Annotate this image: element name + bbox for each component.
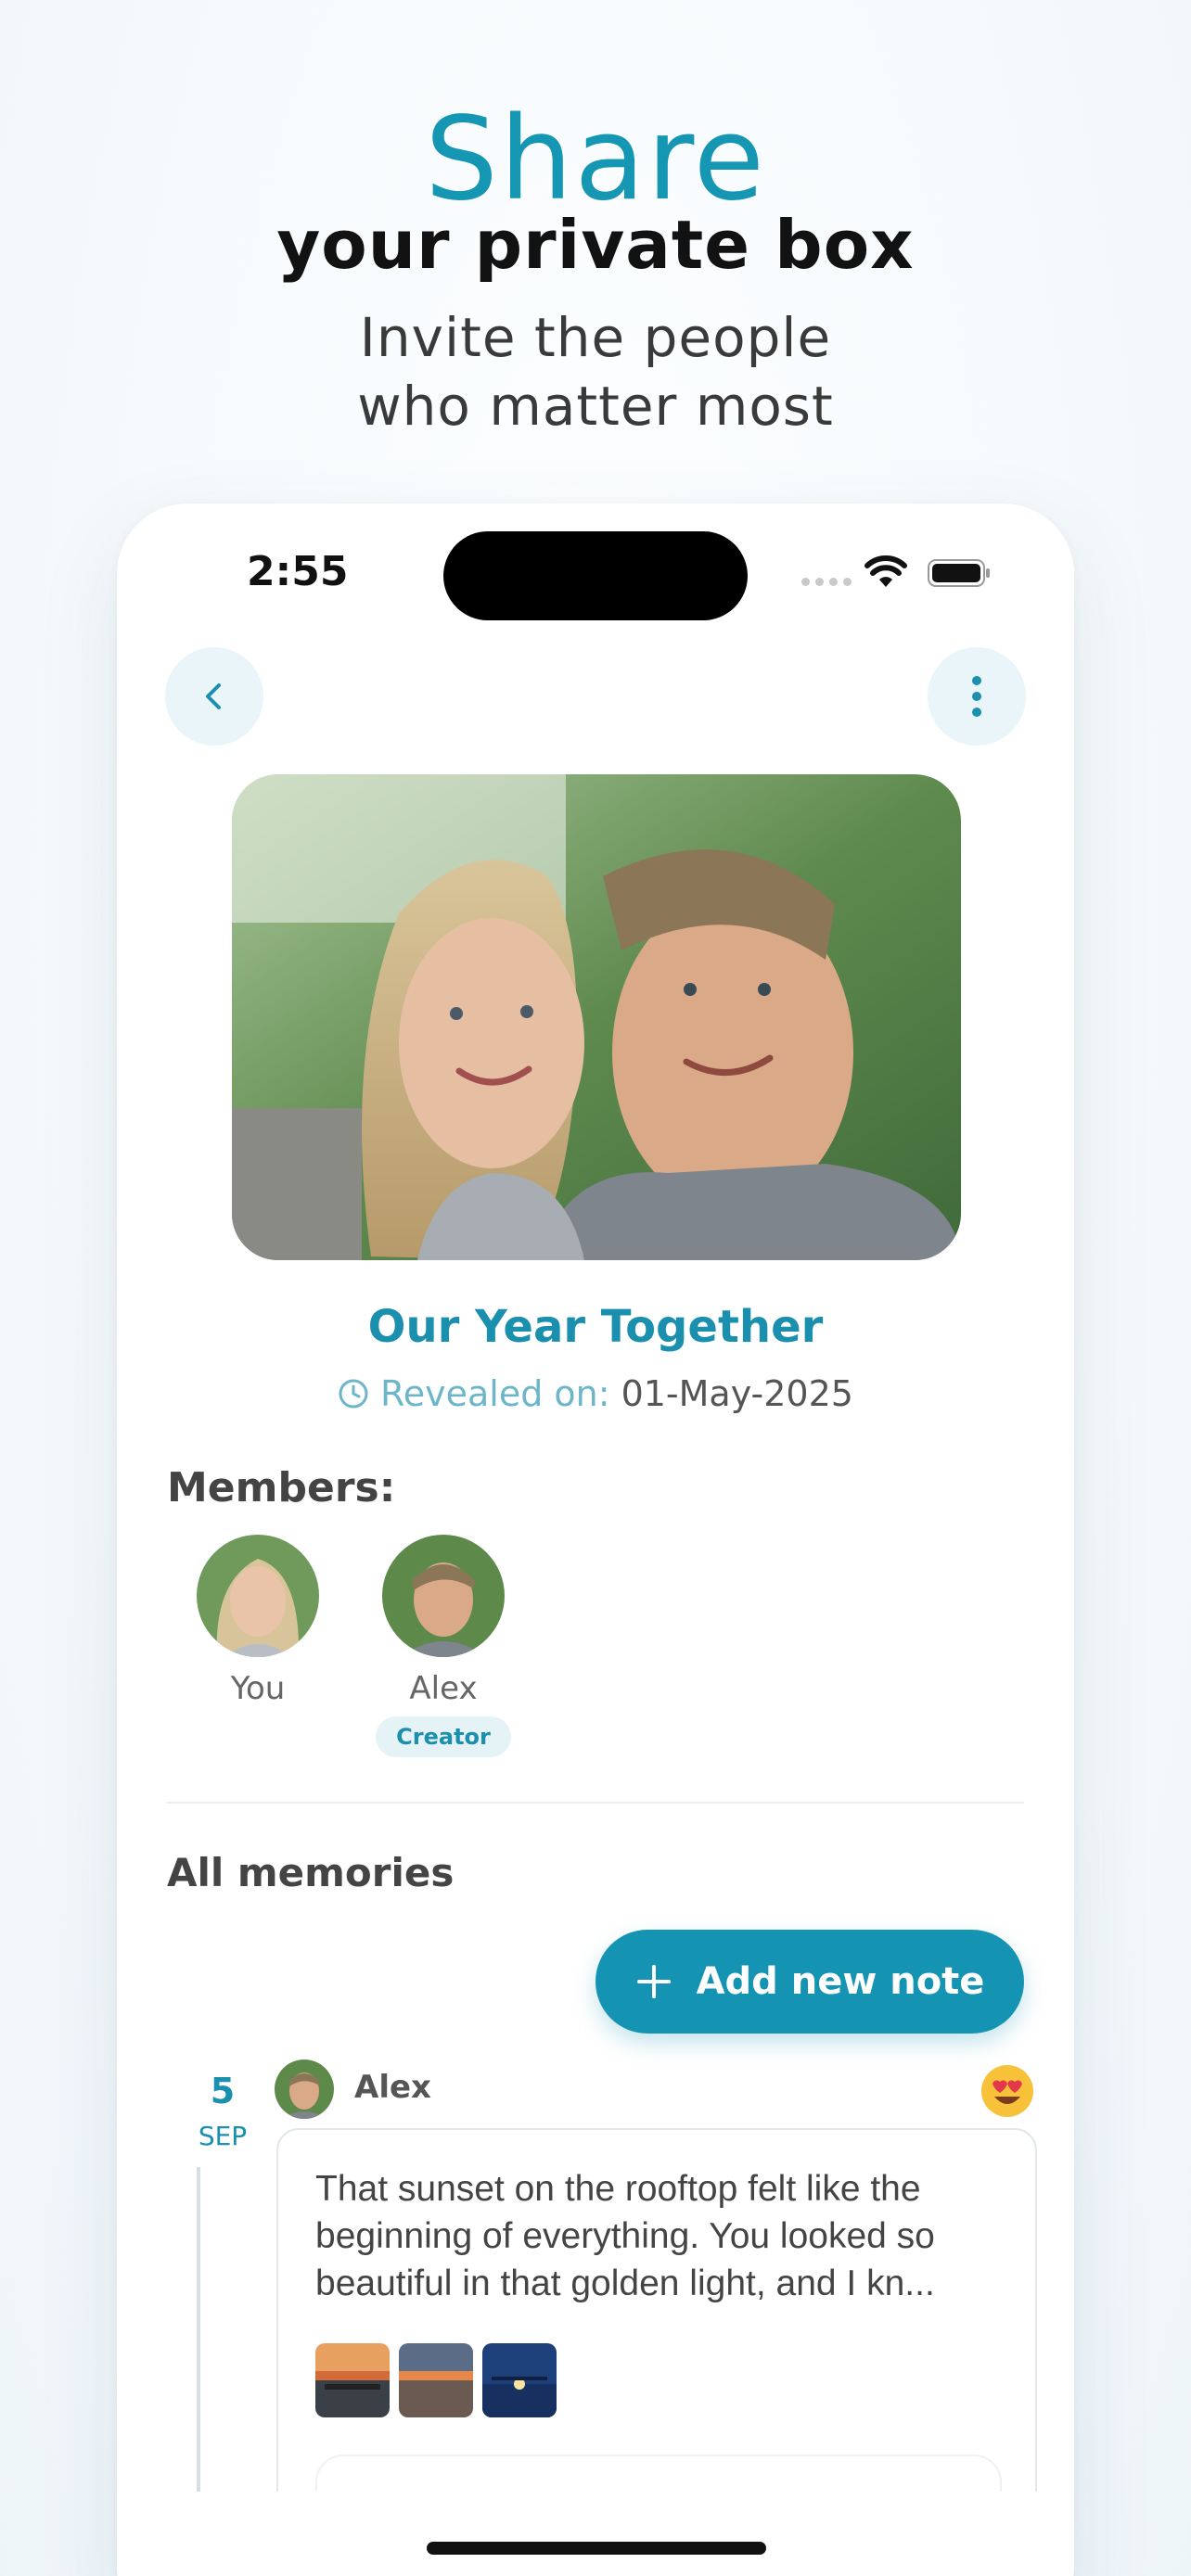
vertical-ellipsis-icon — [972, 676, 981, 717]
clock-icon — [339, 1379, 368, 1409]
note-text: That sunset on the rooftop felt like the… — [315, 2169, 935, 2303]
plus-icon — [636, 1965, 671, 1998]
note-photo-thumbnail[interactable] — [399, 2343, 473, 2417]
promo-subtitle: your private box — [276, 206, 915, 284]
back-button[interactable] — [165, 647, 263, 746]
reveal-date-row: Revealed on: 01-May-2025 — [117, 1373, 1074, 1414]
note-day: 5 — [210, 2071, 236, 2111]
status-time: 2:55 — [247, 548, 349, 595]
home-indicator — [427, 2542, 766, 2555]
promo-tagline-1: Invite the people — [359, 306, 832, 369]
member-you[interactable]: You — [165, 1535, 351, 1707]
note-photo-thumbnail[interactable] — [482, 2343, 557, 2417]
heart-eyes-emoji-icon[interactable] — [980, 2063, 1035, 2119]
box-title: Our Year Together — [367, 1301, 824, 1353]
dynamic-island — [443, 531, 748, 620]
creator-badge: Creator — [376, 1716, 511, 1757]
signal-icon — [801, 578, 853, 587]
box-cover-photo — [232, 774, 961, 1260]
chevron-left-icon — [206, 683, 221, 709]
members-heading: Members: — [167, 1464, 396, 1511]
phone-screen: 2:55 Our Year Together Revealed on: 01-M… — [117, 504, 1074, 2576]
reveal-date: 01-May-2025 — [621, 1373, 853, 1414]
promo-tagline-2: who matter most — [357, 375, 834, 438]
add-new-note-label: Add new note — [696, 1960, 985, 2003]
note-author-avatar — [275, 2060, 334, 2119]
memories-heading: All memories — [167, 1850, 455, 1895]
note-month: SEP — [198, 2121, 248, 2151]
more-options-button[interactable] — [928, 647, 1026, 746]
wifi-icon — [864, 555, 907, 587]
note-photos — [315, 2343, 557, 2417]
reveal-label: Revealed on: — [380, 1373, 610, 1414]
member-alex[interactable]: Alex Creator — [351, 1535, 536, 1757]
avatar — [382, 1535, 505, 1657]
member-name: Alex — [409, 1670, 478, 1707]
avatar — [197, 1535, 319, 1657]
section-divider — [167, 1802, 1024, 1804]
screen-bottom — [117, 2492, 1074, 2576]
note-photo-thumbnail[interactable] — [315, 2343, 390, 2417]
note-author: Alex — [354, 2069, 431, 2106]
battery-icon — [928, 559, 990, 587]
member-name: You — [230, 1670, 286, 1707]
add-new-note-button[interactable]: Add new note — [596, 1930, 1024, 2034]
